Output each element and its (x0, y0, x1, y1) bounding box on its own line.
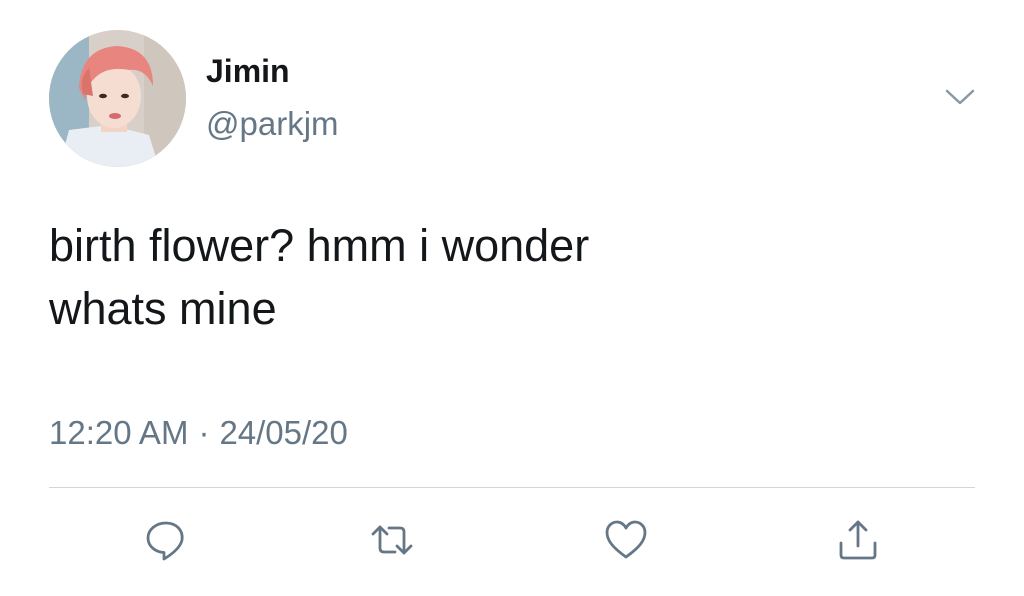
heart-icon (605, 520, 647, 559)
avatar[interactable] (49, 30, 186, 167)
share-button[interactable] (832, 514, 884, 566)
like-button[interactable] (600, 514, 652, 566)
display-name[interactable]: Jimin (206, 55, 290, 87)
tweet-timestamp[interactable]: 12:20 AM · 24/05/20 (49, 416, 348, 449)
tweet-card: Jimin @parkjm birth flower? hmm i wonder… (0, 0, 1024, 596)
divider (49, 487, 975, 488)
reply-icon (146, 521, 184, 561)
tweet-time: 12:20 AM (49, 414, 189, 451)
meta-separator: · (198, 414, 210, 451)
retweet-icon (371, 525, 413, 555)
reply-button[interactable] (140, 514, 192, 566)
share-icon (839, 520, 877, 560)
chevron-down-icon[interactable] (944, 86, 976, 108)
tweet-text: birth flower? hmm i wonder whats mine (49, 220, 590, 334)
tweet-date: 24/05/20 (219, 414, 348, 451)
retweet-button[interactable] (366, 514, 418, 566)
avatar-image (49, 30, 186, 167)
user-handle[interactable]: @parkjm (206, 107, 339, 140)
